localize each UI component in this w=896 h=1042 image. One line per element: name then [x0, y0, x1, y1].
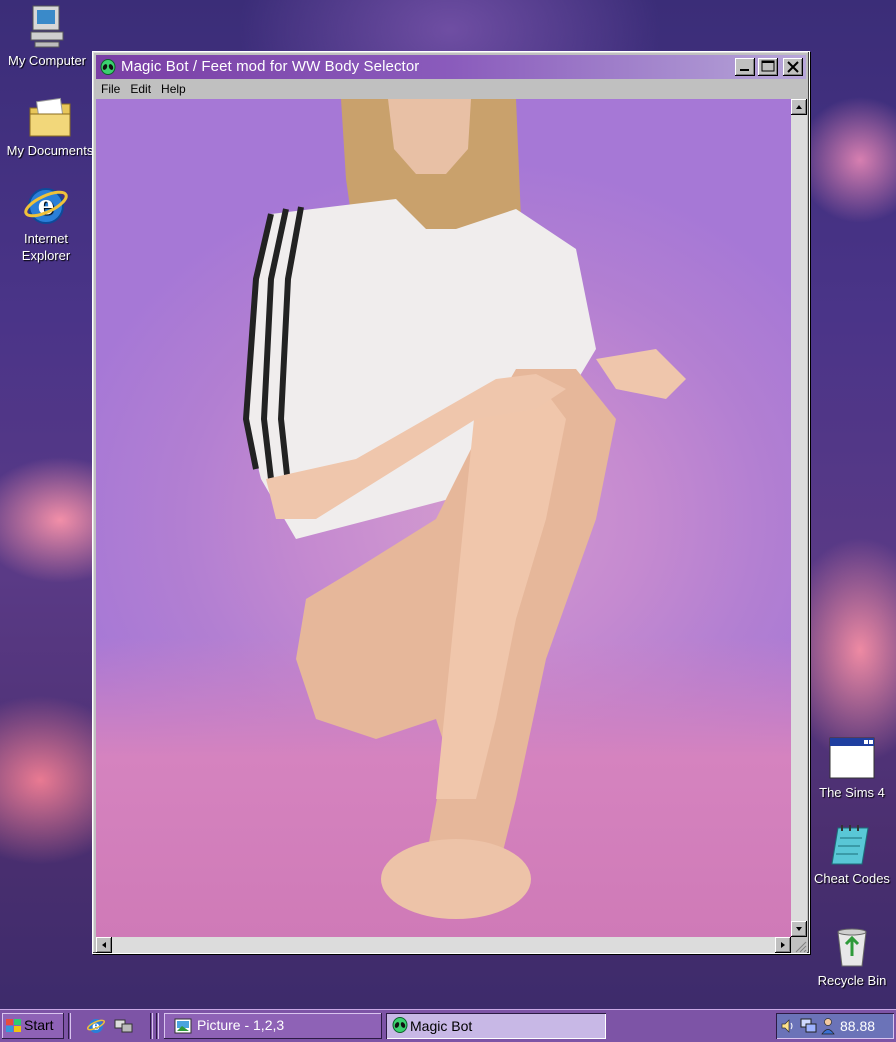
quick-launch: e — [74, 1013, 146, 1039]
taskbar: Start e Picture - 1,2,3 Magic Bot 88.88 — [0, 1009, 896, 1042]
scroll-up-button[interactable] — [791, 99, 807, 115]
picture-icon — [174, 1018, 192, 1037]
recycle-bin-icon — [828, 924, 876, 970]
window-titlebar[interactable]: Magic Bot / Feet mod for WW Body Selecto… — [96, 55, 806, 79]
arrow-up-icon — [796, 105, 802, 109]
show-desktop-icon[interactable] — [114, 1017, 134, 1038]
taskbar-divider — [68, 1013, 71, 1039]
image-viewport — [96, 99, 791, 937]
desktop-icon-label: Recycle Bin — [817, 973, 887, 988]
desktop-icon-label: Cheat Codes — [814, 871, 890, 886]
internet-explorer-icon[interactable]: e — [86, 1016, 106, 1039]
arrow-down-icon — [796, 927, 802, 931]
desktop-icon-internet-explorer[interactable]: e Internet Explorer — [0, 182, 94, 264]
arrow-right-icon — [781, 942, 785, 948]
taskbar-divider — [150, 1013, 153, 1039]
minimize-button[interactable] — [735, 58, 755, 76]
taskbar-task-picture[interactable]: Picture - 1,2,3 — [164, 1013, 382, 1039]
system-tray: 88.88 — [776, 1013, 894, 1039]
alien-head-icon — [100, 59, 116, 75]
menu-file[interactable]: File — [96, 80, 125, 98]
vertical-scrollbar[interactable] — [791, 99, 807, 937]
scroll-right-button[interactable] — [775, 937, 791, 953]
desktop-icon-label: My Documents — [6, 143, 94, 158]
tray-clock[interactable]: 88.88 — [840, 1018, 875, 1034]
start-button[interactable]: Start — [2, 1013, 64, 1039]
horizontal-scrollbar[interactable] — [96, 937, 791, 953]
resize-grip-icon — [795, 941, 807, 953]
maximize-icon — [761, 60, 775, 72]
resize-grip[interactable] — [791, 937, 807, 953]
close-button[interactable] — [783, 58, 803, 76]
start-label: Start — [24, 1017, 54, 1033]
computer-icon — [23, 4, 71, 50]
task-label: Magic Bot — [410, 1018, 473, 1034]
desktop-icon-my-documents[interactable]: My Documents — [2, 94, 98, 159]
notepad-icon — [828, 822, 876, 868]
minimize-icon — [740, 69, 749, 71]
windows-logo-icon — [6, 1019, 21, 1032]
desktop-icon-my-computer[interactable]: My Computer — [0, 4, 95, 69]
menu-bar: File Edit Help — [96, 80, 806, 98]
window-title: Magic Bot / Feet mod for WW Body Selecto… — [121, 58, 420, 75]
folder-icon — [26, 94, 74, 140]
internet-explorer-icon: e — [22, 182, 70, 228]
desktop-icon-label: My Computer — [7, 53, 87, 68]
menu-help[interactable]: Help — [156, 80, 191, 98]
task-label: Picture - 1,2,3 — [197, 1017, 285, 1033]
network-icon[interactable] — [800, 1017, 818, 1038]
scroll-down-button[interactable] — [791, 921, 807, 937]
desktop-icon-cheat-codes[interactable]: Cheat Codes — [804, 822, 896, 887]
close-icon — [787, 61, 799, 73]
maximize-button[interactable] — [758, 58, 778, 76]
window-app-icon — [828, 736, 876, 782]
user-icon[interactable] — [820, 1017, 836, 1038]
taskbar-divider — [156, 1013, 159, 1039]
desktop-icon-label: Internet Explorer — [21, 231, 71, 263]
app-window: Magic Bot / Feet mod for WW Body Selecto… — [92, 51, 810, 954]
menu-edit[interactable]: Edit — [125, 80, 156, 98]
arrow-left-icon — [102, 942, 106, 948]
scroll-left-button[interactable] — [96, 937, 112, 953]
desktop-icon-label: The Sims 4 — [819, 785, 885, 800]
desktop-icon-recycle-bin[interactable]: Recycle Bin — [804, 924, 896, 989]
desktop-icon-the-sims-4[interactable]: The Sims 4 — [804, 736, 896, 801]
taskbar-task-magic-bot[interactable]: Magic Bot — [386, 1013, 606, 1039]
artwork-image — [242, 99, 686, 919]
alien-head-icon — [392, 1017, 408, 1036]
volume-icon[interactable] — [780, 1018, 796, 1037]
